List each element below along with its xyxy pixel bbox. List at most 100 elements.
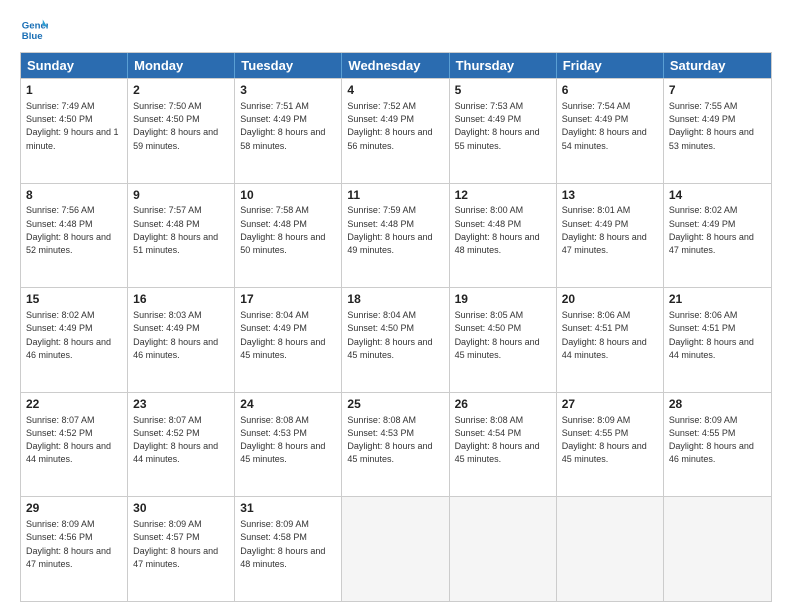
calendar-cell-30: 30Sunrise: 8:09 AMSunset: 4:57 PMDayligh…: [128, 497, 235, 601]
day-number: 20: [562, 291, 658, 308]
calendar-cell-12: 12Sunrise: 8:00 AMSunset: 4:48 PMDayligh…: [450, 184, 557, 288]
calendar-cell-28: 28 Sunrise: 8:09 AMSunset: 4:55 PMDayligh…: [664, 393, 771, 497]
cell-info: Sunrise: 8:09 AMSunset: 4:58 PMDaylight:…: [240, 519, 325, 569]
calendar-cell-31: 31 Sunrise: 8:09 AMSunset: 4:58 PMDayligh…: [235, 497, 342, 601]
day-number: 26: [455, 396, 551, 413]
header-day-friday: Friday: [557, 53, 664, 78]
calendar-cell-24: 24 Sunrise: 8:08 AMSunset: 4:53 PMDayligh…: [235, 393, 342, 497]
calendar-cell-1: 1 Sunrise: 7:49 AMSunset: 4:50 PMDaylight…: [21, 79, 128, 183]
calendar-cell-7: 7 Sunrise: 7:55 AMSunset: 4:49 PMDaylight…: [664, 79, 771, 183]
cell-info: Sunrise: 8:00 AMSunset: 4:48 PMDaylight:…: [455, 205, 540, 255]
logo: General Blue: [20, 16, 48, 44]
day-number: 30: [133, 500, 229, 517]
cell-info: Sunrise: 8:07 AMSunset: 4:52 PMDaylight:…: [26, 415, 111, 465]
cell-info: Sunrise: 8:03 AMSunset: 4:49 PMDaylight:…: [133, 310, 218, 360]
calendar-cell-19: 19 Sunrise: 8:05 AMSunset: 4:50 PMDayligh…: [450, 288, 557, 392]
day-number: 13: [562, 187, 658, 204]
day-number: 8: [26, 187, 122, 204]
calendar-cell-18: 18Sunrise: 8:04 AMSunset: 4:50 PMDayligh…: [342, 288, 449, 392]
calendar-cell-empty: [557, 497, 664, 601]
calendar-cell-11: 11Sunrise: 7:59 AMSunset: 4:48 PMDayligh…: [342, 184, 449, 288]
cell-info: Sunrise: 7:53 AMSunset: 4:49 PMDaylight:…: [455, 101, 540, 151]
calendar-cell-16: 16 Sunrise: 8:03 AMSunset: 4:49 PMDayligh…: [128, 288, 235, 392]
calendar-cell-20: 20 Sunrise: 8:06 AMSunset: 4:51 PMDayligh…: [557, 288, 664, 392]
cell-info: Sunrise: 7:49 AMSunset: 4:50 PMDaylight:…: [26, 101, 119, 151]
cell-info: Sunrise: 8:01 AMSunset: 4:49 PMDaylight:…: [562, 205, 647, 255]
day-number: 22: [26, 396, 122, 413]
cell-info: Sunrise: 7:52 AMSunset: 4:49 PMDaylight:…: [347, 101, 432, 151]
cell-info: Sunrise: 8:02 AMSunset: 4:49 PMDaylight:…: [669, 205, 754, 255]
cell-info: Sunrise: 8:08 AMSunset: 4:53 PMDaylight:…: [240, 415, 325, 465]
day-number: 15: [26, 291, 122, 308]
day-number: 25: [347, 396, 443, 413]
day-number: 4: [347, 82, 443, 99]
calendar-row-2: 8Sunrise: 7:56 AMSunset: 4:48 PMDaylight…: [21, 183, 771, 288]
calendar-body: 1 Sunrise: 7:49 AMSunset: 4:50 PMDaylight…: [21, 78, 771, 601]
calendar-cell-17: 17Sunrise: 8:04 AMSunset: 4:49 PMDayligh…: [235, 288, 342, 392]
day-number: 2: [133, 82, 229, 99]
day-number: 24: [240, 396, 336, 413]
calendar: SundayMondayTuesdayWednesdayThursdayFrid…: [20, 52, 772, 602]
cell-info: Sunrise: 8:06 AMSunset: 4:51 PMDaylight:…: [562, 310, 647, 360]
cell-info: Sunrise: 8:07 AMSunset: 4:52 PMDaylight:…: [133, 415, 218, 465]
day-number: 19: [455, 291, 551, 308]
cell-info: Sunrise: 8:06 AMSunset: 4:51 PMDaylight:…: [669, 310, 754, 360]
cell-info: Sunrise: 8:09 AMSunset: 4:55 PMDaylight:…: [669, 415, 754, 465]
calendar-cell-26: 26 Sunrise: 8:08 AMSunset: 4:54 PMDayligh…: [450, 393, 557, 497]
calendar-cell-empty: [342, 497, 449, 601]
header-day-sunday: Sunday: [21, 53, 128, 78]
cell-info: Sunrise: 7:56 AMSunset: 4:48 PMDaylight:…: [26, 205, 111, 255]
calendar-cell-6: 6 Sunrise: 7:54 AMSunset: 4:49 PMDaylight…: [557, 79, 664, 183]
calendar-cell-15: 15 Sunrise: 8:02 AMSunset: 4:49 PMDayligh…: [21, 288, 128, 392]
cell-info: Sunrise: 8:09 AMSunset: 4:56 PMDaylight:…: [26, 519, 111, 569]
header-day-monday: Monday: [128, 53, 235, 78]
day-number: 14: [669, 187, 766, 204]
day-number: 6: [562, 82, 658, 99]
calendar-cell-2: 2 Sunrise: 7:50 AMSunset: 4:50 PMDaylight…: [128, 79, 235, 183]
calendar-cell-21: 21 Sunrise: 8:06 AMSunset: 4:51 PMDayligh…: [664, 288, 771, 392]
calendar-cell-22: 22 Sunrise: 8:07 AMSunset: 4:52 PMDayligh…: [21, 393, 128, 497]
header-day-saturday: Saturday: [664, 53, 771, 78]
calendar-cell-empty: [450, 497, 557, 601]
cell-info: Sunrise: 8:08 AMSunset: 4:53 PMDaylight:…: [347, 415, 432, 465]
calendar-cell-4: 4 Sunrise: 7:52 AMSunset: 4:49 PMDaylight…: [342, 79, 449, 183]
cell-info: Sunrise: 8:09 AMSunset: 4:55 PMDaylight:…: [562, 415, 647, 465]
cell-info: Sunrise: 7:50 AMSunset: 4:50 PMDaylight:…: [133, 101, 218, 151]
day-number: 11: [347, 187, 443, 204]
cell-info: Sunrise: 7:54 AMSunset: 4:49 PMDaylight:…: [562, 101, 647, 151]
day-number: 27: [562, 396, 658, 413]
day-number: 7: [669, 82, 766, 99]
cell-info: Sunrise: 8:04 AMSunset: 4:49 PMDaylight:…: [240, 310, 325, 360]
cell-info: Sunrise: 7:55 AMSunset: 4:49 PMDaylight:…: [669, 101, 754, 151]
day-number: 29: [26, 500, 122, 517]
calendar-cell-29: 29 Sunrise: 8:09 AMSunset: 4:56 PMDayligh…: [21, 497, 128, 601]
cell-info: Sunrise: 8:08 AMSunset: 4:54 PMDaylight:…: [455, 415, 540, 465]
calendar-header: SundayMondayTuesdayWednesdayThursdayFrid…: [21, 53, 771, 78]
calendar-cell-empty: [664, 497, 771, 601]
day-number: 9: [133, 187, 229, 204]
calendar-row-1: 1 Sunrise: 7:49 AMSunset: 4:50 PMDaylight…: [21, 78, 771, 183]
day-number: 3: [240, 82, 336, 99]
header-day-wednesday: Wednesday: [342, 53, 449, 78]
day-number: 16: [133, 291, 229, 308]
calendar-row-5: 29 Sunrise: 8:09 AMSunset: 4:56 PMDayligh…: [21, 496, 771, 601]
header-day-thursday: Thursday: [450, 53, 557, 78]
calendar-row-3: 15 Sunrise: 8:02 AMSunset: 4:49 PMDayligh…: [21, 287, 771, 392]
day-number: 28: [669, 396, 766, 413]
cell-info: Sunrise: 8:02 AMSunset: 4:49 PMDaylight:…: [26, 310, 111, 360]
calendar-cell-10: 10Sunrise: 7:58 AMSunset: 4:48 PMDayligh…: [235, 184, 342, 288]
svg-text:Blue: Blue: [22, 31, 43, 42]
cell-info: Sunrise: 7:59 AMSunset: 4:48 PMDaylight:…: [347, 205, 432, 255]
calendar-cell-23: 23Sunrise: 8:07 AMSunset: 4:52 PMDayligh…: [128, 393, 235, 497]
cell-info: Sunrise: 8:05 AMSunset: 4:50 PMDaylight:…: [455, 310, 540, 360]
day-number: 31: [240, 500, 336, 517]
day-number: 12: [455, 187, 551, 204]
day-number: 10: [240, 187, 336, 204]
calendar-cell-14: 14Sunrise: 8:02 AMSunset: 4:49 PMDayligh…: [664, 184, 771, 288]
day-number: 1: [26, 82, 122, 99]
cell-info: Sunrise: 8:04 AMSunset: 4:50 PMDaylight:…: [347, 310, 432, 360]
calendar-cell-8: 8Sunrise: 7:56 AMSunset: 4:48 PMDaylight…: [21, 184, 128, 288]
day-number: 21: [669, 291, 766, 308]
calendar-cell-3: 3Sunrise: 7:51 AMSunset: 4:49 PMDaylight…: [235, 79, 342, 183]
calendar-cell-27: 27 Sunrise: 8:09 AMSunset: 4:55 PMDayligh…: [557, 393, 664, 497]
